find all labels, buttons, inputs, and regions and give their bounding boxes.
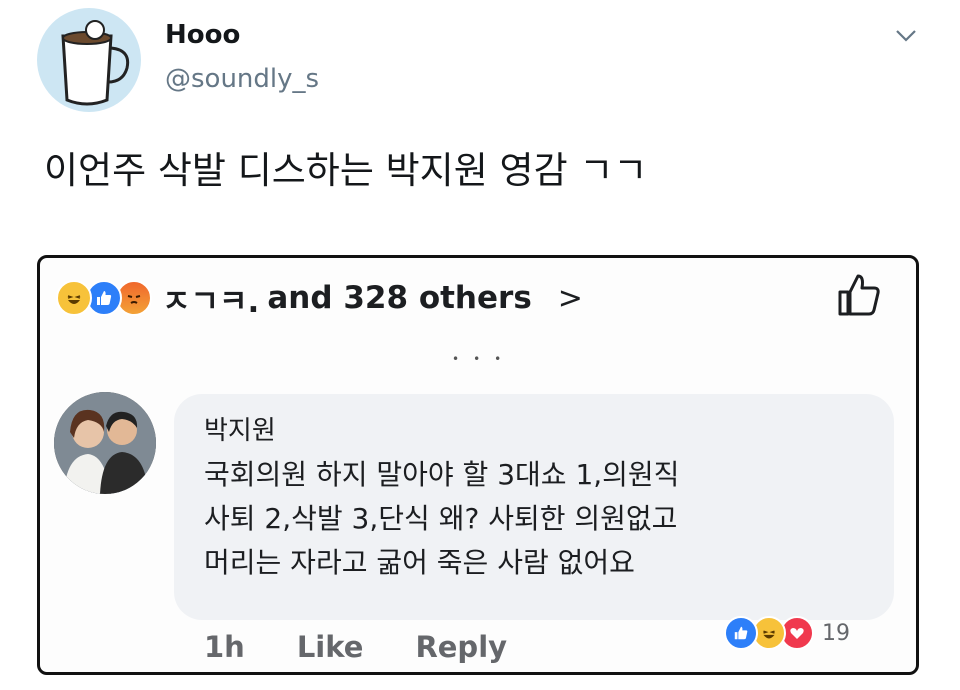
divider-dots: ••• xyxy=(452,352,516,366)
like-button[interactable]: Like xyxy=(297,630,364,664)
user-handle[interactable]: @soundly_s xyxy=(165,64,319,94)
comment-author[interactable]: 박지원 xyxy=(204,410,864,447)
reaction-count: 19 xyxy=(822,620,850,646)
others-count[interactable]: and 328 others xyxy=(267,280,531,316)
like-reaction-icon xyxy=(724,616,758,650)
chevron-down-icon[interactable] xyxy=(893,22,919,48)
comment-line: 머리는 자라고 굶어 죽은 사람 없어요 xyxy=(204,546,635,579)
profile-avatar[interactable] xyxy=(37,8,141,112)
facebook-screenshot: ㅈㄱㅋ. and 328 others > ••• 박지원 국회의원 하지 말아… xyxy=(37,255,919,675)
comment-bubble: 박지원 국회의원 하지 말아야 할 3대쇼 1,의원직 사퇴 2,삭발 3,단식… xyxy=(174,394,894,620)
comment-actions: 1h Like Reply xyxy=(204,630,507,664)
tweet-text: 이언주 삭발 디스하는 박지원 영감 ㄱㄱ xyxy=(44,149,648,192)
reaction-summary[interactable]: ㅈㄱㅋ. and 328 others > xyxy=(56,276,583,320)
commenter-avatar[interactable] xyxy=(54,392,156,494)
comment-time[interactable]: 1h xyxy=(204,630,245,664)
thumbs-up-icon[interactable] xyxy=(836,272,882,318)
comment-line: 국회의원 하지 말아야 할 3대쇼 1,의원직 xyxy=(204,458,680,491)
display-name[interactable]: Hooo xyxy=(165,20,240,50)
reactor-names[interactable]: ㅈㄱㅋ. xyxy=(162,276,259,321)
haha-reaction-icon xyxy=(56,280,92,316)
comment-text: 국회의원 하지 말아야 할 3대쇼 1,의원직 사퇴 2,삭발 3,단식 왜? … xyxy=(204,453,864,585)
chevron-right-icon[interactable]: > xyxy=(558,281,583,316)
comment-reactions[interactable]: 19 xyxy=(724,616,850,650)
reply-button[interactable]: Reply xyxy=(415,630,507,664)
comment-line: 사퇴 2,삭발 3,단식 왜? 사퇴한 의원없고 xyxy=(204,502,678,535)
